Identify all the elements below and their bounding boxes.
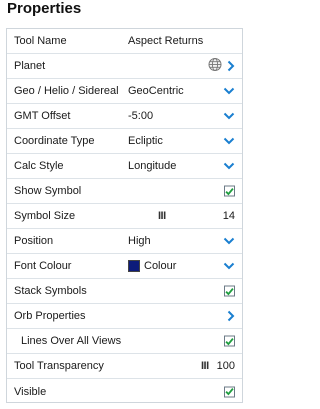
font-colour-label: Font Colour: [14, 260, 72, 272]
coord-value[interactable]: Ecliptic: [128, 135, 163, 147]
row-orb-properties[interactable]: Orb Properties: [7, 304, 242, 329]
calc-label: Calc Style: [14, 160, 64, 172]
geo-value[interactable]: GeoCentric: [128, 85, 184, 97]
lines-over-label: Lines Over All Views: [21, 335, 122, 347]
slider-handle-icon[interactable]: III: [201, 360, 209, 372]
lines-over-checkbox[interactable]: [224, 335, 235, 347]
row-show-symbol[interactable]: Show Symbol: [7, 179, 242, 204]
properties-panel: Tool Name Aspect Returns Planet Geo / He…: [6, 28, 243, 403]
row-calc-style[interactable]: Calc Style Longitude: [7, 154, 242, 179]
gmt-value[interactable]: -5:00: [128, 110, 153, 122]
show-symbol-checkbox[interactable]: [224, 185, 235, 197]
visible-label: Visible: [14, 385, 47, 398]
checkmark-icon: [224, 335, 235, 347]
row-coordinate-type[interactable]: Coordinate Type Ecliptic: [7, 129, 242, 154]
row-lines-over-all-views[interactable]: Lines Over All Views: [7, 329, 242, 354]
chevron-right-icon[interactable]: [227, 310, 235, 322]
coord-label: Coordinate Type: [14, 135, 95, 147]
orb-properties-label: Orb Properties: [14, 310, 86, 322]
gmt-label: GMT Offset: [14, 110, 71, 122]
row-stack-symbols[interactable]: Stack Symbols: [7, 279, 242, 304]
symbol-size-value[interactable]: 14: [223, 210, 235, 222]
slider-handle-icon[interactable]: III: [158, 210, 166, 222]
stack-symbols-label: Stack Symbols: [14, 285, 87, 297]
row-position[interactable]: Position High: [7, 229, 242, 254]
symbol-size-label: Symbol Size: [14, 210, 76, 222]
globe-icon[interactable]: [208, 58, 222, 75]
font-colour-value[interactable]: Colour: [144, 260, 176, 272]
position-label: Position: [14, 235, 54, 247]
chevron-down-icon[interactable]: [223, 237, 235, 245]
tool-name-value[interactable]: Aspect Returns: [128, 35, 203, 47]
chevron-down-icon[interactable]: [223, 137, 235, 145]
geo-label: Geo / Helio / Sidereal: [14, 85, 119, 97]
tool-name-label: Tool Name: [14, 35, 67, 47]
row-gmt-offset[interactable]: GMT Offset -5:00: [7, 104, 242, 129]
row-planet[interactable]: Planet: [7, 54, 242, 79]
position-value[interactable]: High: [128, 235, 151, 247]
checkmark-icon: [224, 386, 235, 397]
row-symbol-size[interactable]: Symbol Size III 14: [7, 204, 242, 229]
panel-title: Properties: [7, 0, 82, 17]
show-symbol-label: Show Symbol: [14, 185, 82, 197]
chevron-down-icon[interactable]: [223, 112, 235, 120]
row-font-colour[interactable]: Font Colour Colour: [7, 254, 242, 279]
planet-label: Planet: [14, 60, 46, 72]
chevron-down-icon[interactable]: [223, 87, 235, 95]
chevron-down-icon[interactable]: [223, 262, 235, 270]
row-tool-transparency[interactable]: Tool Transparency III 100: [7, 354, 242, 379]
visible-checkbox[interactable]: [224, 386, 235, 397]
calc-value[interactable]: Longitude: [128, 160, 176, 172]
row-geo-helio-sidereal[interactable]: Geo / Helio / Sidereal GeoCentric: [7, 79, 242, 104]
colour-swatch[interactable]: [128, 260, 140, 272]
row-tool-name[interactable]: Tool Name Aspect Returns: [7, 29, 242, 54]
row-visible[interactable]: Visible: [7, 379, 242, 404]
chevron-right-icon[interactable]: [227, 60, 235, 72]
transparency-label: Tool Transparency: [14, 360, 104, 372]
transparency-value[interactable]: 100: [217, 360, 235, 372]
stack-symbols-checkbox[interactable]: [224, 285, 235, 297]
checkmark-icon: [224, 285, 235, 297]
checkmark-icon: [224, 185, 235, 197]
chevron-down-icon[interactable]: [223, 162, 235, 170]
